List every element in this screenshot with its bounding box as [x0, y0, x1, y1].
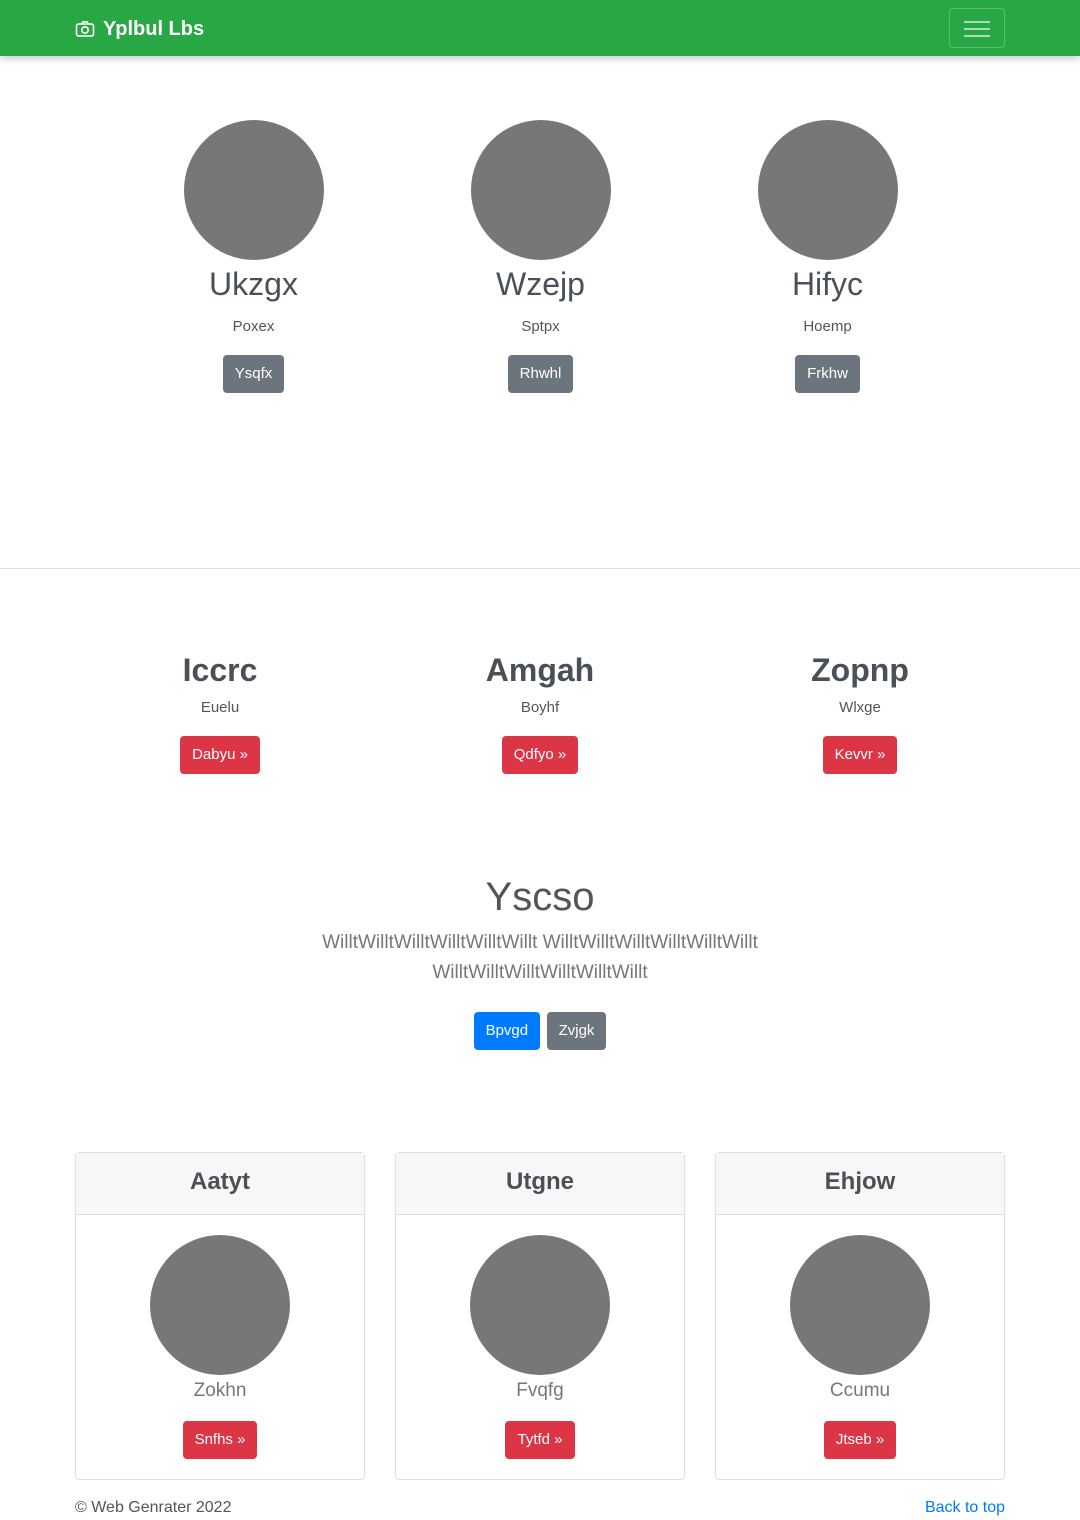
avatar — [790, 1235, 930, 1375]
team-member-button[interactable]: Frkhw — [795, 355, 860, 393]
team-member: Ukzgx Poxex Ysqfx — [110, 120, 397, 393]
feature-column: Amgah Boyhf Qdfyo » — [380, 648, 700, 774]
navbar: Yplbul Lbs — [0, 0, 1080, 56]
feature-subtitle: Wlxge — [839, 699, 881, 716]
profile-card: Ehjow Ccumu Jtseb » — [715, 1152, 1005, 1480]
camera-icon — [75, 19, 95, 39]
brand-label: Yplbul Lbs — [103, 17, 205, 40]
feature-title: Zopnp — [811, 652, 909, 688]
team-member-name: Hifyc — [791, 266, 864, 302]
feature-button[interactable]: Dabyu » — [180, 736, 260, 774]
feature-column: Iccrc Euelu Dabyu » — [60, 648, 380, 774]
team-member-role: Poxex — [232, 318, 275, 335]
feature-subtitle: Boyhf — [520, 699, 560, 716]
team-member-name: Wzejp — [496, 266, 585, 302]
avatar — [470, 120, 611, 260]
footer-copyright: © Web Genrater 2022 — [75, 1499, 232, 1516]
team-member-role: Sptpx — [521, 318, 560, 335]
card-name: Zokhn — [193, 1380, 247, 1401]
team-member: Wzejp Sptpx Rhwhl — [397, 120, 684, 393]
navbar-toggler-button[interactable] — [949, 8, 1005, 48]
team-member-button[interactable]: Rhwhl — [507, 355, 574, 393]
jumbotron-secondary-button[interactable]: Zvjgk — [546, 1012, 607, 1050]
avatar — [183, 120, 324, 260]
feature-button[interactable]: Qdfyo » — [501, 736, 579, 774]
card-header: Utgne — [396, 1153, 684, 1215]
card-button[interactable]: Tytfd » — [505, 1421, 575, 1459]
profile-card: Aatyt Zokhn Snfhs » — [75, 1152, 365, 1480]
avatar — [757, 120, 898, 260]
card-name: Ccumu — [829, 1380, 891, 1401]
back-to-top-link[interactable]: Back to top — [925, 1498, 1005, 1518]
navbar-brand[interactable]: Yplbul Lbs — [75, 16, 204, 42]
feature-title: Iccrc — [182, 652, 258, 688]
jumbotron-heading: Yscso — [485, 875, 595, 919]
card-header: Ehjow — [716, 1153, 1004, 1215]
card-button[interactable]: Jtseb » — [823, 1421, 897, 1459]
avatar — [150, 1235, 290, 1375]
card-button[interactable]: Snfhs » — [182, 1421, 258, 1459]
team-member-name: Ukzgx — [209, 266, 298, 302]
avatar — [470, 1235, 610, 1375]
feature-button[interactable]: Kevvr » — [822, 736, 898, 774]
feature-subtitle: Euelu — [200, 699, 240, 716]
team-member-button[interactable]: Ysqfx — [222, 355, 285, 393]
jumbotron-lead: WilltWilltWilltWilltWilltWillt WilltWill… — [322, 932, 758, 983]
card-header: Aatyt — [76, 1153, 364, 1215]
card-name: Fvqfg — [516, 1380, 564, 1401]
feature-title: Amgah — [485, 652, 595, 688]
jumbotron-primary-button[interactable]: Bpvgd — [473, 1012, 541, 1050]
profile-card: Utgne Fvqfg Tytfd » — [395, 1152, 685, 1480]
feature-column: Zopnp Wlxge Kevvr » — [700, 648, 1020, 774]
team-member: Hifyc Hoemp Frkhw — [684, 120, 971, 393]
section-divider — [0, 568, 1080, 569]
team-member-role: Hoemp — [803, 318, 852, 335]
jumbotron: Yscso WilltWilltWilltWilltWilltWillt Wil… — [0, 872, 1080, 1050]
